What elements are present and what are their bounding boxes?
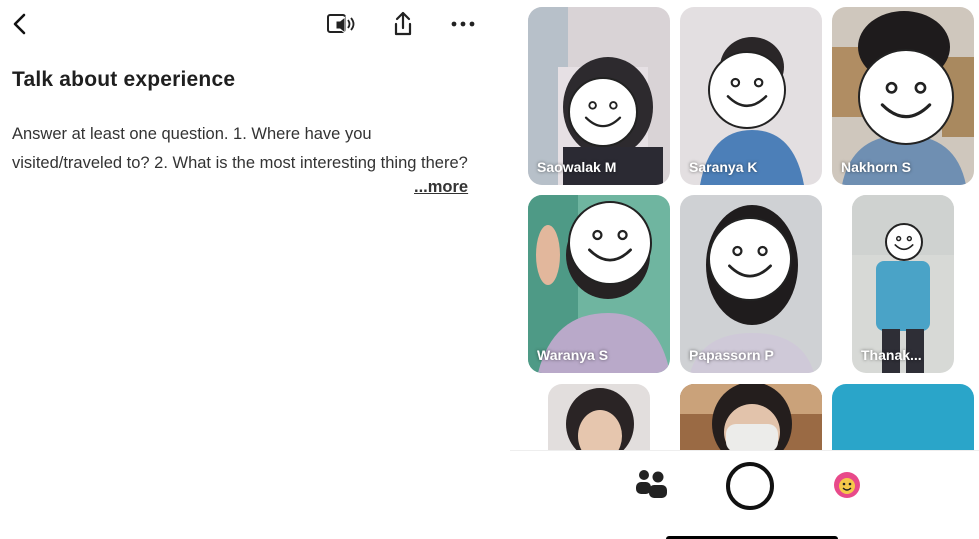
smiley-face-icon xyxy=(568,77,638,147)
smiley-face-icon xyxy=(568,201,652,285)
more-options-icon[interactable] xyxy=(448,10,478,38)
speaker-caption-icon[interactable] xyxy=(325,10,355,38)
prompt-description: Answer at least one question. 1. Where h… xyxy=(12,125,468,172)
share-icon[interactable] xyxy=(388,10,418,38)
more-link[interactable]: ...more xyxy=(414,178,468,197)
participant-tile[interactable]: Waranya S xyxy=(528,195,670,373)
bottom-bar xyxy=(510,450,979,539)
participant-tile[interactable]: Saranya K xyxy=(680,7,822,185)
participant-name: Saowalak M xyxy=(537,159,617,175)
participant-name: Waranya S xyxy=(537,347,609,363)
participant-name: Papassorn P xyxy=(689,347,774,363)
participant-tile[interactable]: Nakhorn S xyxy=(832,7,974,185)
participant-name: Saranya K xyxy=(689,159,758,175)
smiley-face-icon xyxy=(708,51,786,129)
capture-button[interactable] xyxy=(726,462,774,510)
participant-name: Nakhorn S xyxy=(841,159,912,175)
participant-tile[interactable]: Saowalak M xyxy=(528,7,670,185)
smiley-face-icon xyxy=(708,217,792,301)
smiley-face-icon xyxy=(858,49,954,145)
participant-tile[interactable]: Papassorn P xyxy=(680,195,822,373)
participant-tile[interactable]: Thanak... xyxy=(852,195,954,373)
emoji-icon[interactable] xyxy=(833,471,861,499)
back-icon[interactable] xyxy=(8,10,32,38)
page-title: Talk about experience xyxy=(12,68,236,91)
participant-name: Thanak... xyxy=(861,347,922,363)
participants-icon[interactable] xyxy=(634,467,668,499)
smiley-face-icon xyxy=(885,223,923,261)
